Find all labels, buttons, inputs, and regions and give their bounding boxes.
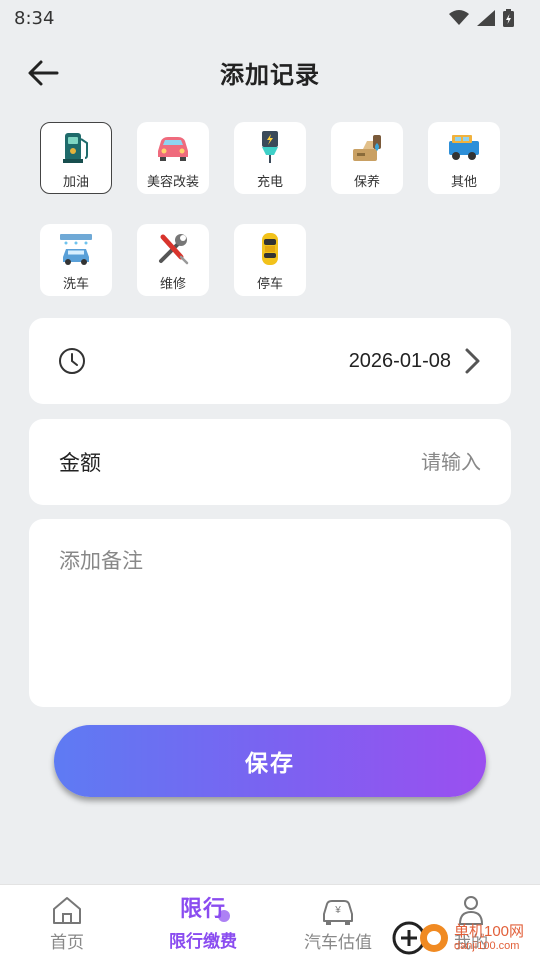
category-beauty[interactable]: 美容改装 <box>137 122 209 194</box>
category-other[interactable]: 其他 <box>428 122 500 194</box>
note-card <box>29 519 511 707</box>
save-button[interactable]: 保存 <box>54 725 486 797</box>
watermark-text: 单机100网 <box>454 923 525 940</box>
signal-icon <box>477 10 495 26</box>
svg-text:¥: ¥ <box>334 905 341 916</box>
category-label: 加油 <box>62 174 89 190</box>
tab-restriction-payment[interactable]: 限行 限行缴费 <box>160 885 246 960</box>
app-header: 添加记录 <box>0 44 540 100</box>
amount-label: 金额 <box>59 451 101 475</box>
watermark-text-block: 单机100网 danji100.com <box>454 923 525 953</box>
date-picker-row[interactable]: 2026-01-08 <box>29 318 511 404</box>
tab-home[interactable]: 首页 <box>30 885 104 960</box>
battery-charging-icon <box>503 9 514 27</box>
wifi-icon <box>449 10 469 25</box>
category-label: 美容改装 <box>146 174 199 190</box>
category-parking[interactable]: 停车 <box>234 224 306 296</box>
wrench-screwdriver-icon <box>159 233 189 264</box>
car-yen-icon: ¥ <box>323 899 353 925</box>
category-fuel[interactable]: 加油 <box>40 122 112 194</box>
chevron-right-icon <box>465 348 480 374</box>
amount-row: 金额 <box>29 419 511 505</box>
tab-label: 限行缴费 <box>169 931 237 952</box>
watermark-logo-icon <box>392 921 448 955</box>
tab-label: 首页 <box>50 932 84 953</box>
tab-label: 汽车估值 <box>304 932 372 953</box>
status-icons <box>449 9 514 27</box>
car-wash-icon <box>60 233 92 265</box>
oil-can-icon <box>353 134 381 161</box>
amount-input[interactable] <box>261 450 481 474</box>
back-button[interactable] <box>26 56 60 90</box>
status-bar: 8:34 <box>0 0 540 36</box>
arrow-left-icon <box>28 60 59 86</box>
category-repair[interactable]: 维修 <box>137 224 209 296</box>
note-input[interactable] <box>59 545 481 681</box>
yellow-car-topview-icon <box>262 232 278 265</box>
home-icon <box>53 896 81 924</box>
category-label: 洗车 <box>62 276 89 292</box>
tab-car-valuation[interactable]: ¥ 汽车估值 <box>296 885 380 960</box>
page-title: 添加记录 <box>220 60 320 89</box>
blue-truck-icon <box>449 134 479 160</box>
category-label: 维修 <box>159 276 186 292</box>
category-maintenance[interactable]: 保养 <box>331 122 403 194</box>
category-car-wash[interactable]: 洗车 <box>40 224 112 296</box>
category-label: 停车 <box>256 276 283 292</box>
charger-plug-icon <box>262 130 278 163</box>
watermark: 单机100网 danji100.com <box>392 918 524 958</box>
fuel-pump-icon <box>63 132 88 163</box>
restriction-tab-icon: 限行 <box>180 895 230 925</box>
watermark-url: danji100.com <box>454 940 520 952</box>
category-label: 其他 <box>450 174 477 190</box>
status-time: 8:34 <box>14 7 55 29</box>
category-label: 保养 <box>353 174 380 190</box>
clock-icon <box>59 348 85 374</box>
category-label: 充电 <box>256 174 283 190</box>
category-charging[interactable]: 充电 <box>234 122 306 194</box>
pink-car-icon <box>158 136 188 161</box>
date-value: 2026-01-08 <box>348 349 451 372</box>
